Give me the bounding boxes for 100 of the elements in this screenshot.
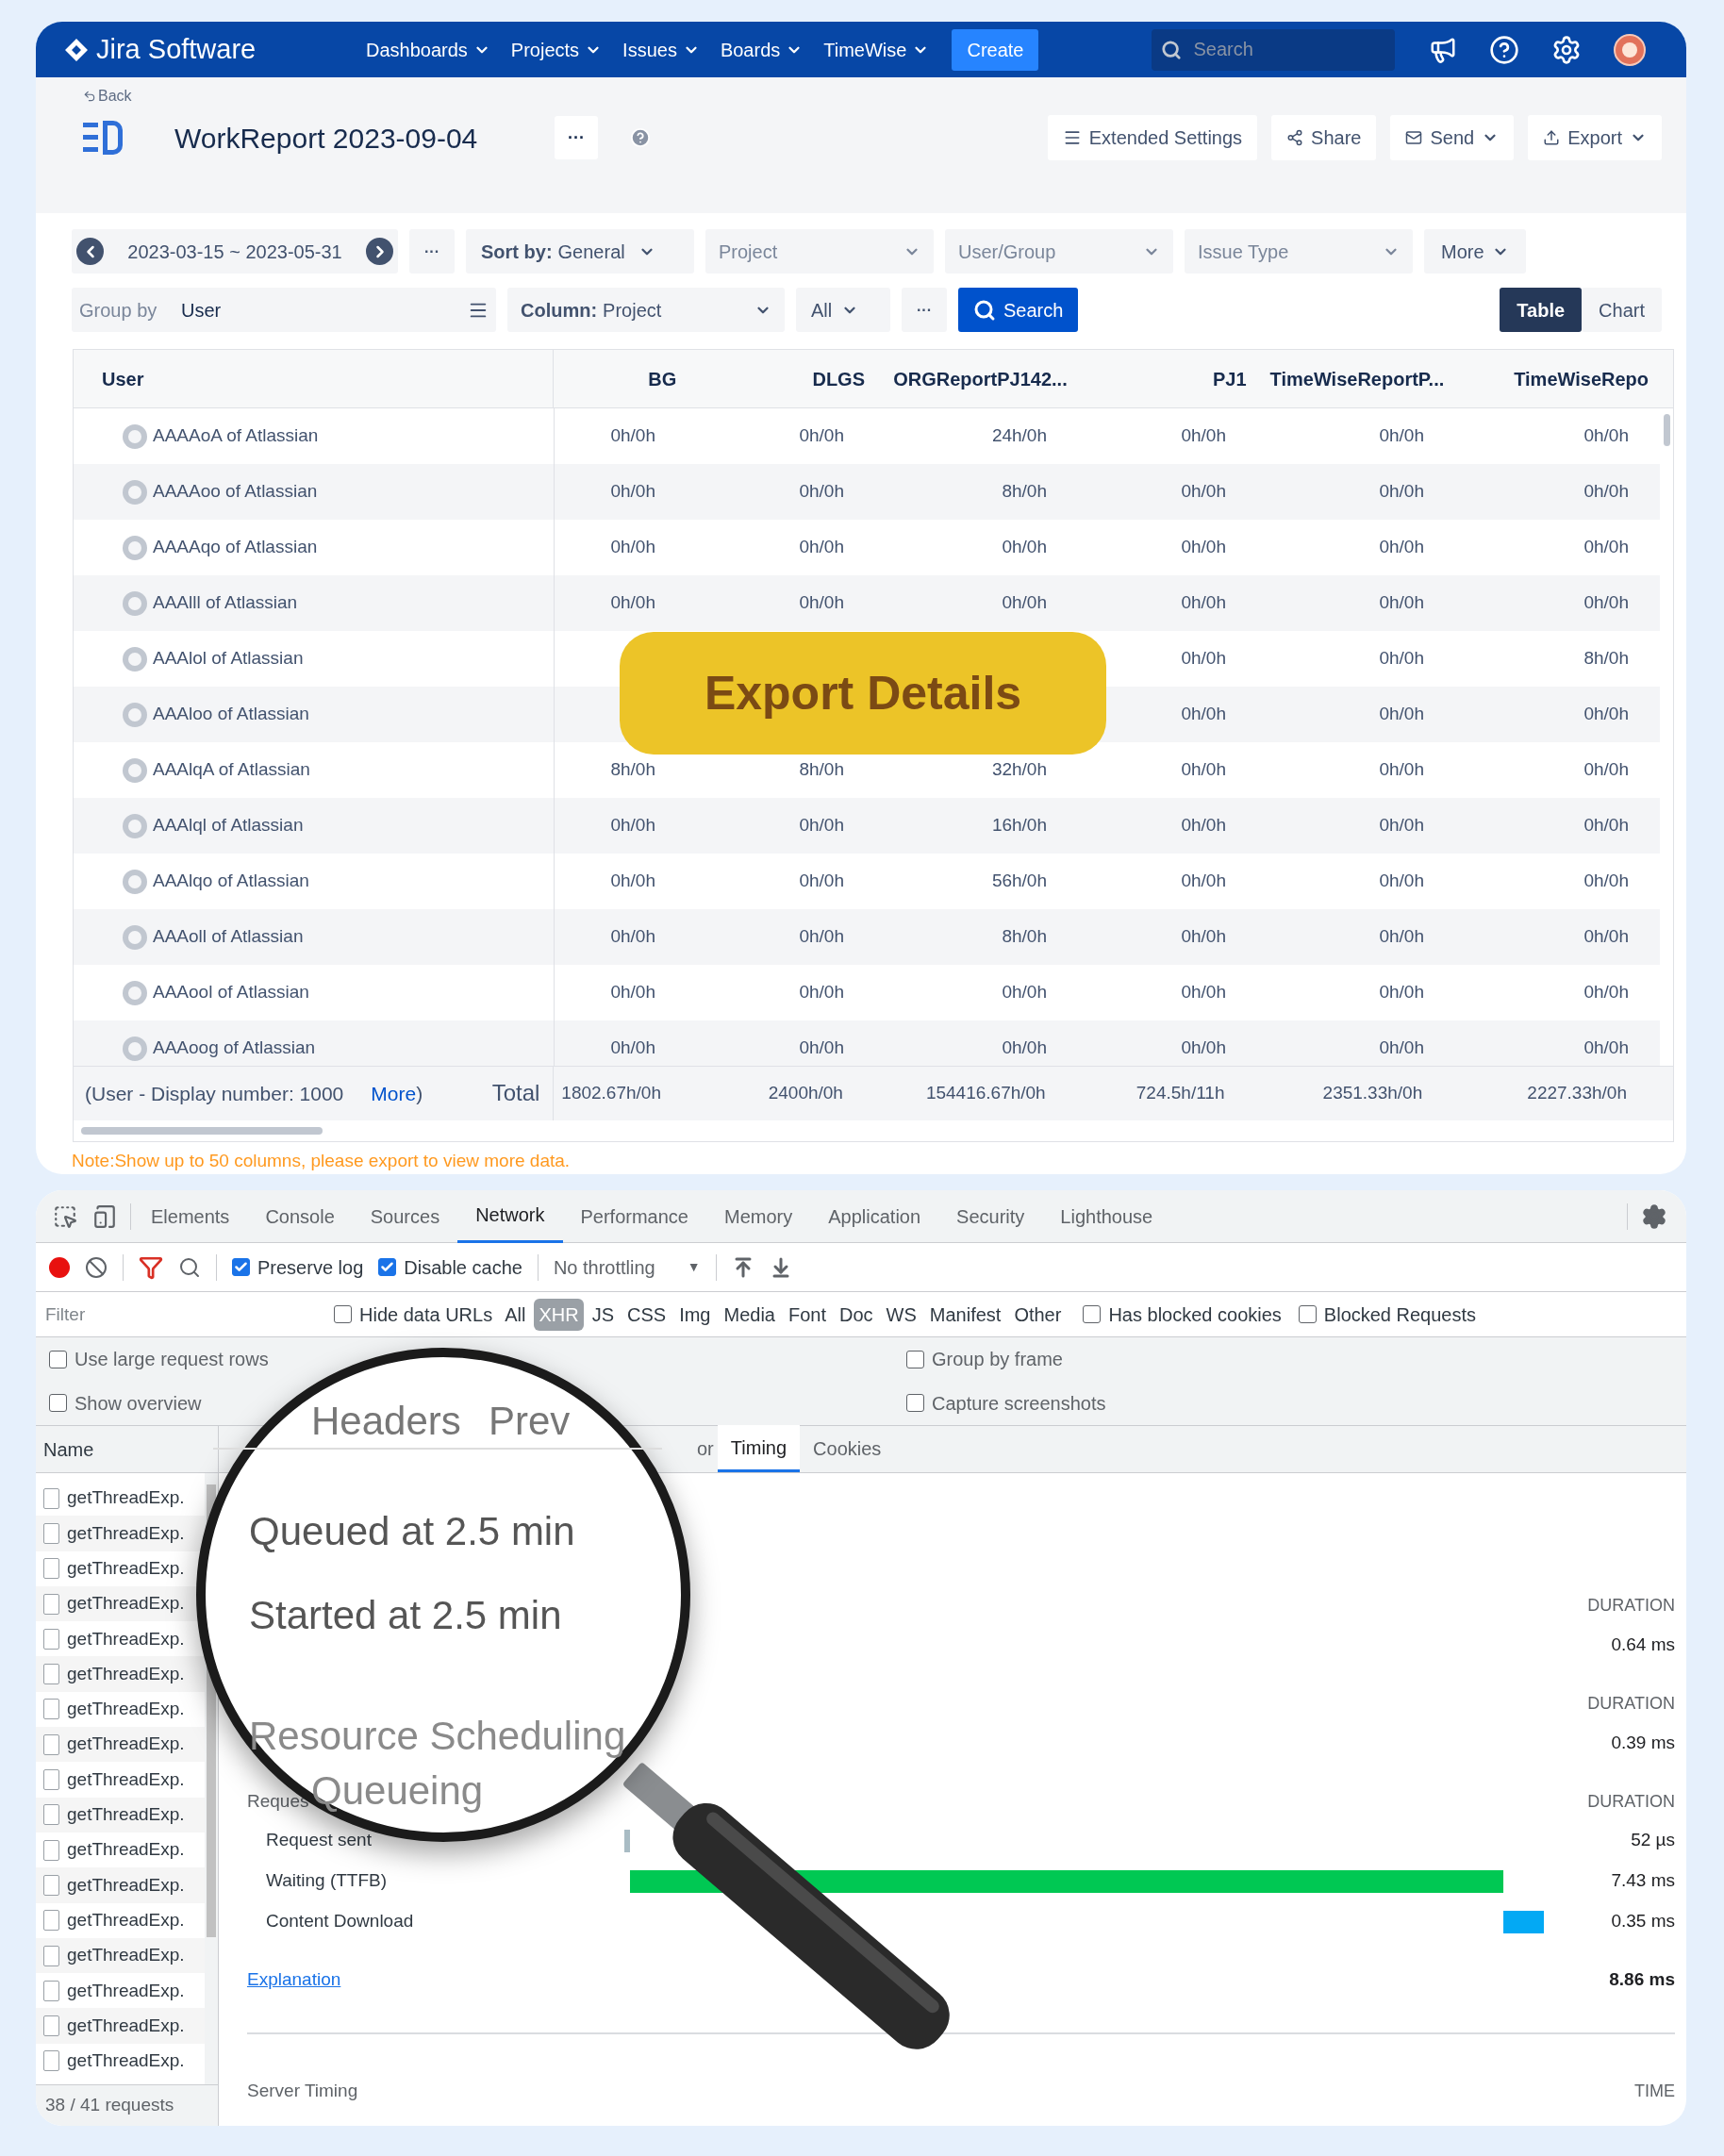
- detail-tab[interactable]: Timing: [717, 1425, 801, 1472]
- column-header[interactable]: ORGReportPJ142...: [874, 350, 1077, 407]
- table-cell-text: 0h/0h: [1379, 647, 1424, 671]
- column-dropdown[interactable]: Column: Project: [507, 288, 785, 332]
- inspect-icon[interactable]: [53, 1203, 77, 1229]
- clear-icon[interactable]: [85, 1255, 108, 1279]
- checkbox[interactable]: [378, 1258, 397, 1276]
- search-icon[interactable]: [178, 1255, 201, 1279]
- table-cell-text: 0h/0h: [1583, 870, 1629, 893]
- checkbox[interactable]: [906, 1394, 924, 1413]
- checkbox[interactable]: [906, 1350, 924, 1368]
- column-header[interactable]: PJ1: [1076, 350, 1256, 407]
- table-cell-text: 56h/0h: [991, 870, 1047, 893]
- record-icon[interactable]: [49, 1256, 70, 1278]
- table-cell-text: 0h/0h: [610, 1037, 655, 1060]
- table-cell-text: 0h/0h: [1583, 758, 1629, 782]
- type-filter[interactable]: WS: [881, 1298, 921, 1331]
- type-filter[interactable]: Media: [719, 1298, 780, 1331]
- throttling-dropdown[interactable]: No throttling ▼: [553, 1252, 701, 1282]
- column-header[interactable]: TimeWiseRepo: [1453, 350, 1658, 407]
- create-button[interactable]: Create: [952, 28, 1039, 71]
- user-name: AAAoog of Atlassian: [153, 1037, 316, 1060]
- previous-button[interactable]: [76, 238, 104, 265]
- search-field[interactable]: Search: [1152, 28, 1396, 71]
- help-icon[interactable]: [1489, 34, 1520, 65]
- table-cell-text: 0h/0h: [610, 814, 655, 838]
- file-icon: [43, 2015, 59, 2037]
- search-icon: [1161, 39, 1183, 60]
- view-toggle[interactable]: Chart: [1582, 288, 1662, 332]
- sort-dropdown[interactable]: Sort by: General: [466, 229, 694, 274]
- avatar: [123, 646, 147, 672]
- column-header[interactable]: TimeWiseReportP...: [1255, 350, 1454, 407]
- column-header[interactable]: User: [74, 350, 555, 407]
- devtools-tab[interactable]: Network: [457, 1190, 563, 1243]
- nav-menu[interactable]: Projects: [510, 35, 603, 64]
- request-name[interactable]: getThreadExp.: [67, 1977, 185, 2005]
- type-filter[interactable]: Other: [1009, 1298, 1067, 1331]
- request-name[interactable]: getThreadExp.: [67, 1484, 185, 1512]
- back-link[interactable]: Back: [83, 85, 132, 108]
- more-link[interactable]: More: [371, 1078, 417, 1109]
- column-header[interactable]: DLGS: [686, 350, 874, 407]
- column-header[interactable]: Name: [43, 1435, 94, 1464]
- filter-icon[interactable]: [139, 1254, 163, 1280]
- devtools-tab[interactable]: Performance: [562, 1190, 706, 1243]
- lens-tab-label: Prev: [489, 1398, 571, 1445]
- options-button[interactable]: ···: [902, 288, 947, 332]
- type-filter[interactable]: Doc: [835, 1298, 878, 1331]
- more-button[interactable]: ···: [409, 229, 455, 274]
- group-by-field[interactable]: Group by User: [72, 288, 496, 332]
- type-filter[interactable]: Manifest: [924, 1298, 1006, 1331]
- checkbox[interactable]: [1298, 1305, 1317, 1323]
- scope-dropdown[interactable]: All: [796, 288, 890, 332]
- search-button[interactable]: Search: [958, 288, 1079, 332]
- more-button[interactable]: ···: [555, 116, 598, 159]
- checkbox[interactable]: [49, 1394, 67, 1413]
- checkbox[interactable]: [1083, 1305, 1102, 1323]
- table-cell-text: 0h/0h: [799, 870, 844, 893]
- request-name[interactable]: getThreadExp.: [67, 1696, 185, 1723]
- devtools-tab[interactable]: Console: [247, 1190, 353, 1243]
- devtools-tab[interactable]: Sources: [352, 1190, 458, 1243]
- settings-icon[interactable]: [1641, 1202, 1667, 1230]
- devtools-tab[interactable]: Elements: [133, 1190, 248, 1243]
- devtools-tab[interactable]: Security: [938, 1190, 1043, 1243]
- header-action-button[interactable]: Send: [1390, 115, 1515, 160]
- table-cell-text: 8h/0h: [1002, 480, 1047, 504]
- request-name[interactable]: getThreadExp.: [67, 1836, 185, 1864]
- devtools-tab[interactable]: Memory: [706, 1190, 811, 1243]
- view-toggle[interactable]: Table: [1500, 288, 1583, 332]
- type-filter[interactable]: All: [500, 1298, 531, 1331]
- detail-tab[interactable]: or: [693, 1425, 718, 1472]
- devtools-tab[interactable]: Application: [810, 1190, 939, 1243]
- request-name[interactable]: getThreadExp.: [67, 1906, 185, 1934]
- nav-menu[interactable]: Boards: [720, 35, 804, 64]
- avatar[interactable]: [1614, 33, 1647, 66]
- request-name[interactable]: getThreadExp.: [67, 1625, 185, 1653]
- request-name[interactable]: getThreadExp.: [67, 1555, 185, 1583]
- header-action-button[interactable]: Extended Settings: [1047, 115, 1258, 160]
- more-dropdown[interactable]: More: [1424, 229, 1526, 274]
- next-button[interactable]: [366, 238, 393, 265]
- devtools-tab[interactable]: Lighthouse: [1042, 1190, 1171, 1243]
- type-filter[interactable]: CSS: [622, 1298, 671, 1331]
- checkbox[interactable]: [232, 1258, 250, 1276]
- nav-menu[interactable]: Dashboards: [366, 35, 490, 64]
- checkbox[interactable]: [334, 1305, 352, 1323]
- nav-menu[interactable]: TimeWise: [823, 35, 930, 64]
- checkbox[interactable]: [49, 1350, 67, 1368]
- table-cell-text: 0h/0h: [1583, 1037, 1629, 1060]
- detail-tab[interactable]: Cookies: [800, 1425, 895, 1472]
- type-filter[interactable]: Font: [783, 1298, 831, 1331]
- type-filter[interactable]: JS: [587, 1298, 619, 1331]
- column-header[interactable]: BG: [554, 350, 687, 407]
- request-name[interactable]: getThreadExp.: [67, 2048, 185, 2075]
- request-name[interactable]: getThreadExp.: [67, 1766, 185, 1794]
- nav-menu[interactable]: Issues: [622, 35, 700, 64]
- header-action-button[interactable]: Share: [1271, 115, 1377, 160]
- type-filter[interactable]: Img: [674, 1298, 716, 1331]
- device-icon[interactable]: [92, 1203, 117, 1229]
- header-action-button[interactable]: Export: [1528, 115, 1662, 160]
- table-cell-text: 0h/0h: [1181, 981, 1226, 1004]
- explanation-link[interactable]: Explanation: [247, 1965, 341, 1994]
